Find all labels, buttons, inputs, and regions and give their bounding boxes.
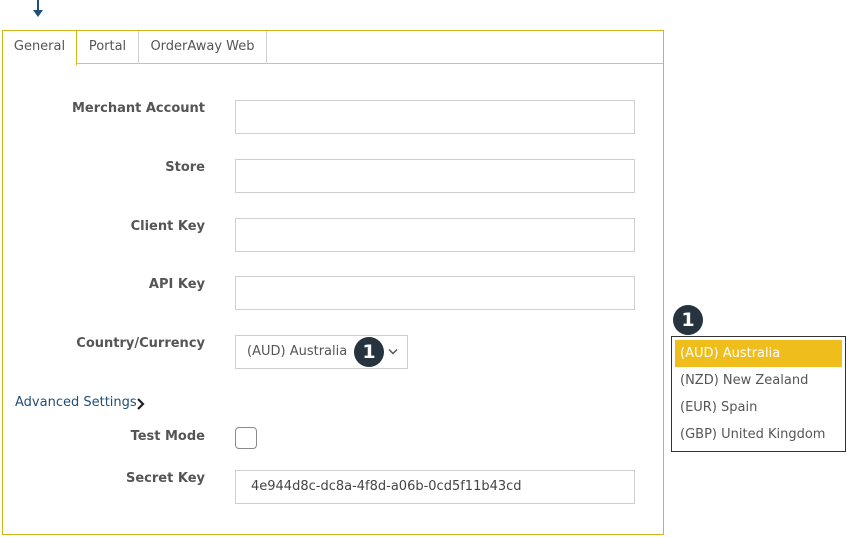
- client-key-label: Client Key: [130, 219, 205, 234]
- client-key-input[interactable]: [235, 218, 635, 252]
- chevron-down-icon: [388, 348, 398, 355]
- advanced-settings-label: Advanced Settings: [15, 395, 137, 410]
- dropdown-option-aud[interactable]: (AUD) Australia: [675, 340, 842, 367]
- country-currency-value: (AUD) Australia: [247, 344, 348, 359]
- store-input[interactable]: [235, 159, 635, 193]
- dropdown-option-gbp[interactable]: (GBP) United Kingdom: [675, 421, 842, 448]
- merchant-account-input[interactable]: [235, 100, 635, 134]
- api-key-label: API Key: [148, 277, 205, 292]
- dropdown-option-nzd[interactable]: (NZD) New Zealand: [675, 367, 842, 394]
- callout-badge: 1: [354, 337, 384, 367]
- callout-badge: 1: [673, 305, 703, 335]
- country-dropdown-list: (AUD) Australia (NZD) New Zealand (EUR) …: [671, 336, 846, 452]
- secret-key-input[interactable]: 4e944d8c-dc8a-4f8d-a06b-0cd5f11b43cd: [235, 470, 635, 504]
- store-label: Store: [165, 160, 205, 175]
- tab-orderaway-web[interactable]: OrderAway Web: [139, 31, 267, 64]
- advanced-settings-toggle[interactable]: Advanced Settings: [15, 395, 145, 410]
- secret-key-label: Secret Key: [126, 471, 205, 486]
- settings-panel: General Portal OrderAway Web Merchant Ac…: [2, 30, 664, 535]
- down-arrow-icon: [33, 0, 43, 17]
- tab-portal[interactable]: Portal: [77, 31, 139, 64]
- test-mode-label: Test Mode: [130, 429, 205, 444]
- dropdown-option-eur[interactable]: (EUR) Spain: [675, 394, 842, 421]
- country-currency-label: Country/Currency: [76, 336, 205, 351]
- chevron-right-icon: [137, 398, 145, 410]
- merchant-account-label: Merchant Account: [71, 101, 205, 116]
- api-key-input[interactable]: [235, 276, 635, 310]
- test-mode-checkbox[interactable]: [235, 427, 257, 449]
- tab-general[interactable]: General: [3, 31, 77, 65]
- tab-bar: General Portal OrderAway Web: [3, 31, 663, 65]
